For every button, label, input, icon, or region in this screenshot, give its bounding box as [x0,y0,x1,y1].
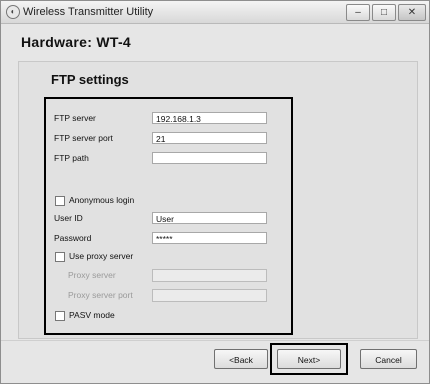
maximize-button[interactable]: □ [372,4,396,21]
pasv-mode-checkbox[interactable] [55,311,65,321]
ftp-server-input[interactable]: 192.168.1.3 [152,112,267,124]
anonymous-login-label: Anonymous login [69,195,135,205]
use-proxy-checkbox[interactable] [55,252,65,262]
title-bar[interactable]: ◐ Wireless Transmitter Utility – □ ✕ [1,1,429,24]
user-id-input[interactable]: User [152,212,267,224]
minimize-button[interactable]: – [346,4,370,21]
back-button[interactable]: <Back [214,349,268,369]
proxy-server-label: Proxy server [68,270,116,280]
settings-panel: FTP settings FTP server 192.168.1.3 FTP … [18,61,418,339]
window-title: Wireless Transmitter Utility [23,6,154,18]
next-button[interactable]: Next> [277,349,341,369]
footer-divider [1,340,429,341]
ftp-port-label: FTP server port [54,133,113,143]
ftp-settings-frame: FTP server 192.168.1.3 FTP server port 2… [44,97,293,335]
panel-title: FTP settings [51,72,129,87]
use-proxy-label: Use proxy server [69,251,134,261]
pasv-mode-label: PASV mode [69,310,115,320]
proxy-server-input[interactable] [152,269,267,282]
app-icon: ◐ [6,5,20,19]
password-input[interactable]: ***** [152,232,267,244]
close-button[interactable]: ✕ [398,4,426,21]
proxy-port-input[interactable] [152,289,267,302]
password-label: Password [54,233,92,243]
window-controls: – □ ✕ [346,4,426,21]
anonymous-login-checkbox[interactable] [55,196,65,206]
user-id-label: User ID [54,213,83,223]
ftp-server-label: FTP server [54,113,96,123]
ftp-port-input[interactable]: 21 [152,132,267,144]
ftp-path-input[interactable] [152,152,267,164]
hardware-title: Hardware: WT-4 [21,34,131,50]
utility-window: ◐ Wireless Transmitter Utility – □ ✕ Har… [0,0,430,384]
ftp-path-label: FTP path [54,153,89,163]
proxy-port-label: Proxy server port [68,290,133,300]
cancel-button[interactable]: Cancel [360,349,417,369]
